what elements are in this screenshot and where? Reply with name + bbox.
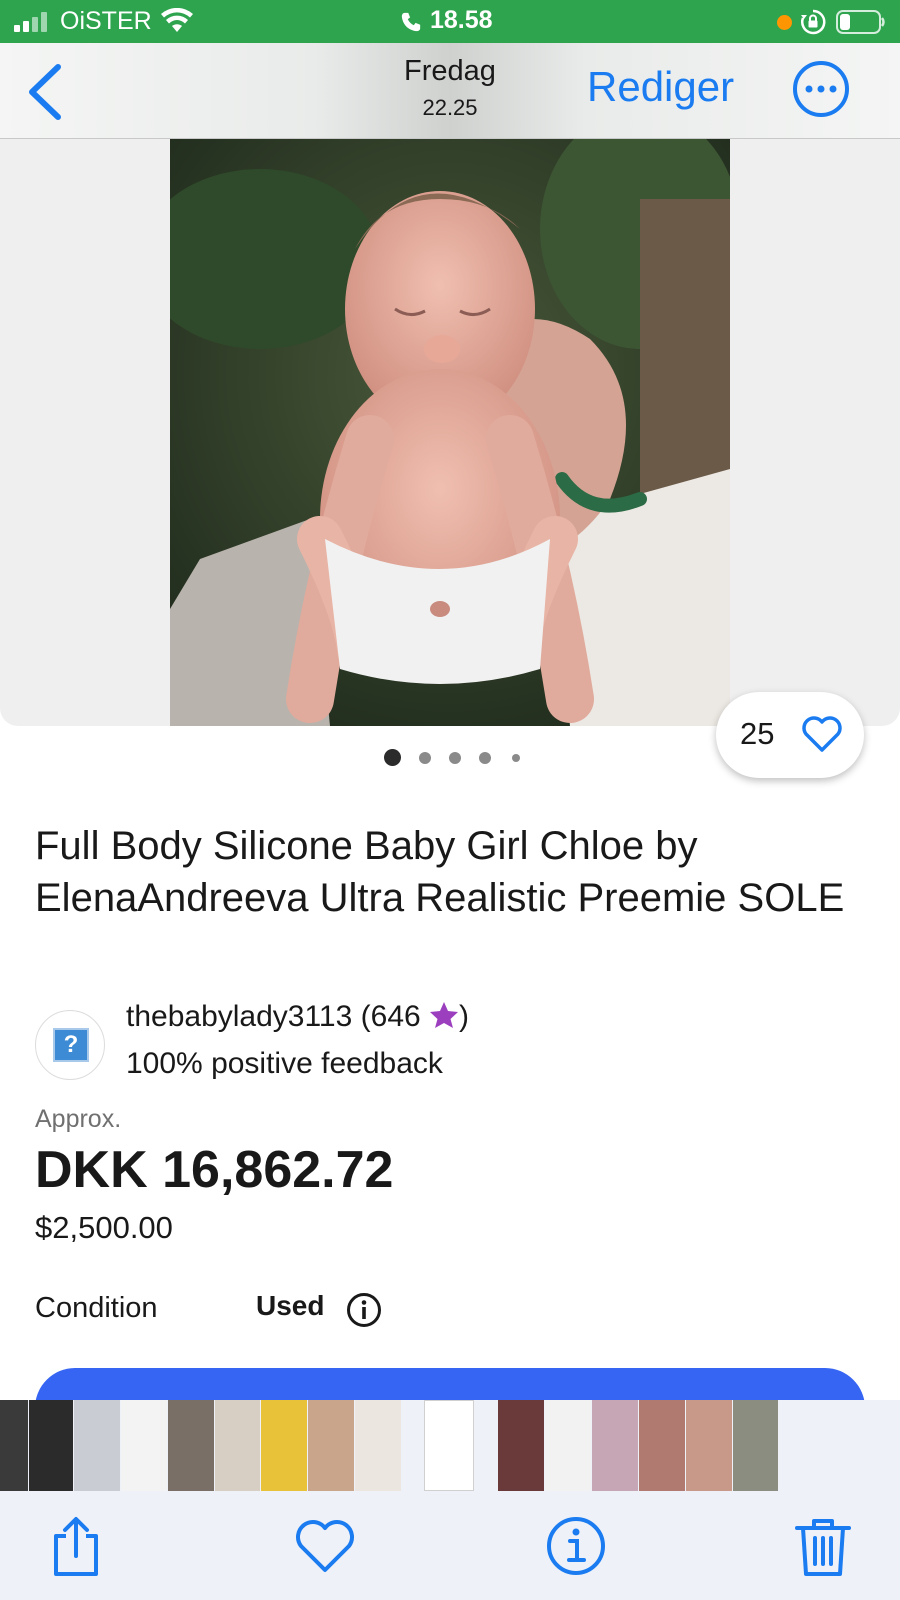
status-bar: OiSTER 18.58 [0, 0, 900, 43]
price-original: $2,500.00 [35, 1210, 173, 1245]
carousel-dot [479, 752, 491, 764]
carousel-indicator [384, 749, 544, 769]
carousel-dot [419, 752, 431, 764]
seller-name: thebabylady3113 (646 [126, 1000, 421, 1033]
seller-close-paren: ) [459, 1000, 470, 1033]
star-icon [430, 1002, 459, 1028]
edit-button[interactable]: Rediger [587, 63, 734, 111]
info-icon[interactable] [544, 1514, 608, 1578]
share-icon[interactable] [44, 1514, 108, 1578]
photo-thumbnail-strip[interactable] [0, 1400, 900, 1492]
thumbnail[interactable] [639, 1400, 685, 1491]
phone-icon [401, 12, 421, 32]
thumbnail[interactable] [29, 1400, 73, 1491]
thumbnail[interactable] [686, 1400, 732, 1491]
orientation-lock-icon [801, 9, 826, 35]
carrier-name: OiSTER [60, 7, 152, 35]
price-local: DKK 16,862.72 [35, 1141, 394, 1199]
thumbnail[interactable] [355, 1400, 401, 1491]
heart-icon [802, 716, 842, 752]
product-photo[interactable] [170, 139, 730, 726]
photo-date: Fredag [404, 55, 496, 87]
trash-icon[interactable] [791, 1514, 855, 1578]
approx-label: Approx. [35, 1105, 122, 1133]
thumbnail[interactable] [733, 1400, 778, 1491]
status-time: 18.58 [430, 6, 493, 34]
thumbnail-selected[interactable] [424, 1400, 474, 1491]
navigation-bar: Fredag 22.25 Rediger [0, 43, 900, 139]
carousel-dot [449, 752, 461, 764]
carousel-dot [512, 754, 520, 762]
seller-feedback: 100% positive feedback [126, 1047, 443, 1080]
thumbnail[interactable] [121, 1400, 167, 1491]
thumbnail[interactable] [545, 1400, 591, 1491]
wifi-icon [161, 8, 193, 32]
question-mark-icon: ? [53, 1028, 89, 1062]
thumbnail[interactable] [215, 1400, 260, 1491]
condition-label: Condition [35, 1292, 158, 1324]
battery-icon [836, 10, 885, 34]
photo-time: 22.25 [422, 95, 478, 120]
thumbnail[interactable] [592, 1400, 638, 1491]
thumbnail[interactable] [498, 1400, 544, 1491]
carousel-dot-active [384, 749, 401, 766]
signal-icon [14, 12, 47, 32]
listing-title: Full Body Silicone Baby Girl Chloe by El… [35, 824, 845, 920]
seller-info[interactable]: thebabylady3113 (646 ) [126, 1000, 469, 1034]
condition-value: Used [256, 1290, 325, 1321]
info-icon[interactable] [346, 1292, 382, 1328]
heart-icon[interactable] [293, 1514, 357, 1578]
thumbnail[interactable] [168, 1400, 214, 1491]
recording-indicator [777, 15, 792, 30]
thumbnail[interactable] [261, 1400, 307, 1491]
watch-count: 25 [740, 716, 775, 751]
photos-toolbar [0, 1492, 900, 1600]
thumbnail[interactable] [308, 1400, 354, 1491]
watch-button[interactable]: 25 [716, 692, 864, 778]
avatar[interactable]: ? [35, 1010, 105, 1080]
thumbnail[interactable] [74, 1400, 120, 1491]
thumbnail[interactable] [0, 1400, 28, 1491]
ellipsis-circle-icon[interactable] [792, 60, 850, 118]
